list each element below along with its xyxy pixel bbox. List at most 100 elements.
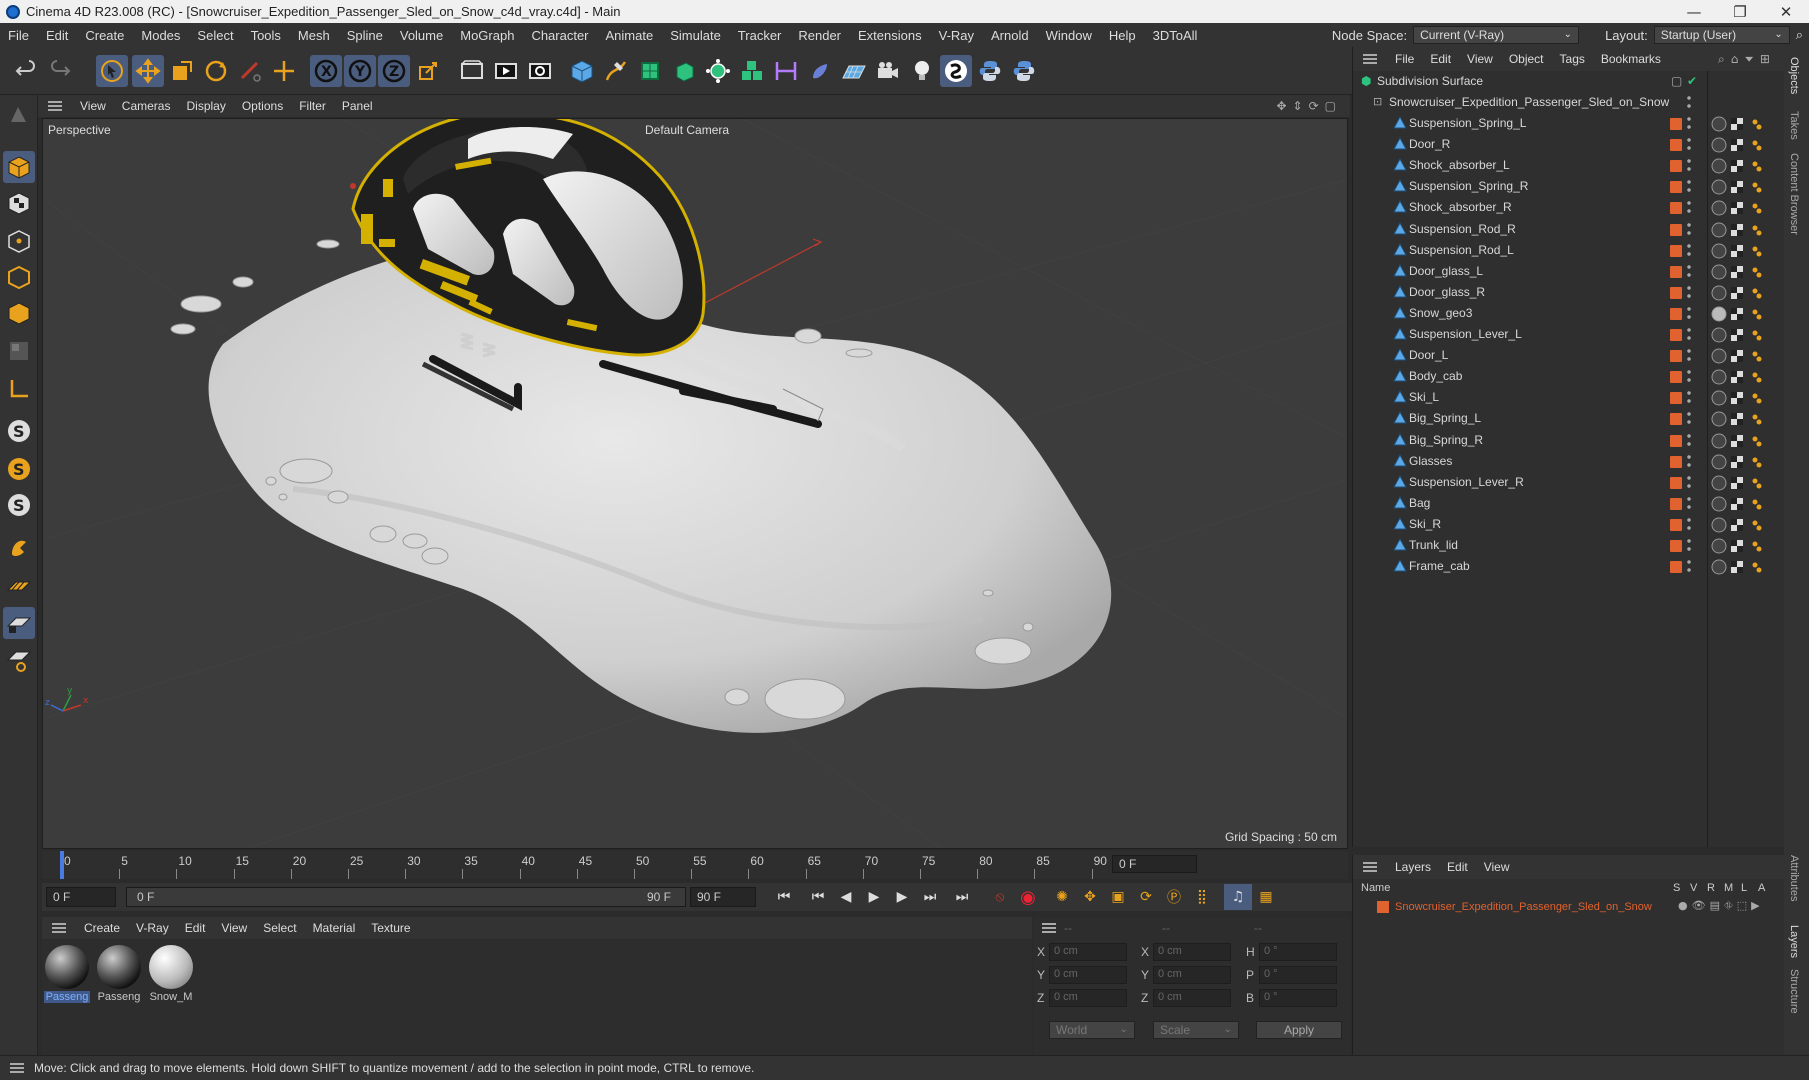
minimize-button[interactable]: — xyxy=(1671,3,1717,21)
workplane-icon[interactable] xyxy=(3,571,35,603)
maximize-button[interactable]: ❐ xyxy=(1717,3,1763,21)
snap-settings-icon[interactable]: S xyxy=(3,453,35,485)
object-row[interactable]: Big_Spring_L xyxy=(1353,408,1785,429)
object-menu-view[interactable]: View xyxy=(1459,52,1501,66)
key-parameter-icon[interactable]: Ⓟ xyxy=(1160,884,1188,910)
prev-frame-icon[interactable]: ◀ xyxy=(832,884,860,910)
enabled-check-icon[interactable]: ✔ xyxy=(1687,74,1697,88)
menu-animate[interactable]: Animate xyxy=(598,28,663,43)
layer-color-icon[interactable] xyxy=(1670,160,1682,173)
visibility-dots[interactable] xyxy=(1687,431,1691,448)
object-row[interactable]: Shock_absorber_L xyxy=(1353,155,1785,176)
material-menu-edit[interactable]: Edit xyxy=(177,921,214,935)
coord-space-dropdown[interactable]: World xyxy=(1049,1021,1135,1039)
material-menu-material[interactable]: Material xyxy=(305,921,364,935)
recent-tool-icon[interactable] xyxy=(234,55,266,87)
material-menu-view[interactable]: View xyxy=(213,921,255,935)
film-icon[interactable]: ▦ xyxy=(1252,884,1280,910)
viewport-menu-cameras[interactable]: Cameras xyxy=(114,99,179,113)
layer-menu-view[interactable]: View xyxy=(1476,860,1518,874)
python-script-icon[interactable] xyxy=(1008,55,1040,87)
menu-volume[interactable]: Volume xyxy=(392,28,452,43)
viewport-menu-options[interactable]: Options xyxy=(234,99,291,113)
layer-color-icon[interactable] xyxy=(1670,202,1682,215)
layer-color-icon[interactable] xyxy=(1670,497,1682,510)
end-frame-field[interactable]: 90 F xyxy=(690,887,756,907)
undo-icon[interactable] xyxy=(10,55,42,87)
node-space-dropdown[interactable]: Current (V-Ray) xyxy=(1413,26,1580,44)
visibility-dots[interactable] xyxy=(1687,452,1691,469)
menu-3dtoall[interactable]: 3DToAll xyxy=(1145,28,1207,43)
menu-simulate[interactable]: Simulate xyxy=(662,28,730,43)
edit-check-icon[interactable]: ▢ xyxy=(1671,74,1682,88)
visibility-dots[interactable] xyxy=(1687,368,1691,385)
layer-color-icon[interactable] xyxy=(1670,392,1682,405)
coord-size-y-field[interactable]: 0 cm xyxy=(1153,966,1231,984)
layer-color-icon[interactable] xyxy=(1670,118,1682,130)
polygon-mode-icon[interactable] xyxy=(3,297,35,329)
status-menu-icon[interactable] xyxy=(10,1063,24,1073)
viewport-menu-icon[interactable] xyxy=(48,101,62,111)
viewport-menu-filter[interactable]: Filter xyxy=(291,99,334,113)
coord-size-z-field[interactable]: 0 cm xyxy=(1153,989,1231,1007)
material-menu-icon[interactable] xyxy=(52,923,66,933)
layer-color-icon[interactable] xyxy=(1670,265,1682,278)
layer-color-icon[interactable] xyxy=(1670,329,1682,341)
key-pla-icon[interactable]: ⣿ xyxy=(1188,884,1216,910)
object-row[interactable]: Door_glass_L xyxy=(1353,261,1785,282)
tag-icons[interactable] xyxy=(1711,179,1781,195)
tab-structure[interactable]: Structure xyxy=(1788,969,1800,1014)
play-icon[interactable]: ▶ xyxy=(860,884,888,910)
coordinate-system-icon[interactable] xyxy=(412,55,444,87)
apply-button[interactable]: Apply xyxy=(1256,1021,1342,1039)
coord-pos-z-field[interactable]: 0 cm xyxy=(1049,989,1127,1007)
material-menu-texture[interactable]: Texture xyxy=(363,921,418,935)
key-rotation-icon[interactable]: ⟳ xyxy=(1132,884,1160,910)
subdivision-surface-icon[interactable] xyxy=(634,55,666,87)
mograph-cubes-icon[interactable] xyxy=(736,55,768,87)
menu-tracker[interactable]: Tracker xyxy=(730,28,791,43)
3d-viewport[interactable]: y x z Perspective Default Camera Grid Sp… xyxy=(42,118,1348,849)
snap-icon[interactable]: S xyxy=(3,415,35,447)
viewport-camera-label[interactable]: Default Camera xyxy=(645,123,729,137)
object-row[interactable]: Door_L xyxy=(1353,345,1785,366)
tab-objects[interactable]: Objects xyxy=(1788,57,1800,94)
goto-start-icon[interactable]: ⏮ xyxy=(770,884,798,910)
tag-icons[interactable] xyxy=(1711,306,1781,322)
tag-icons[interactable] xyxy=(1711,496,1781,512)
light-icon[interactable] xyxy=(906,55,938,87)
tag-icons[interactable] xyxy=(1711,433,1781,449)
tag-icons[interactable] xyxy=(1711,243,1781,259)
menu-help[interactable]: Help xyxy=(1101,28,1145,43)
object-row[interactable]: Snow_geo3 xyxy=(1353,303,1785,324)
object-row[interactable]: Suspension_Spring_R xyxy=(1353,176,1785,197)
timeline-ruler[interactable]: 0 5 10 15 20 25 30 35 40 45 50 55 60 65 70 75 80 85 90 0 F xyxy=(42,851,1348,879)
axis-mode-icon[interactable] xyxy=(3,373,35,405)
material-menu-select[interactable]: Select xyxy=(255,921,304,935)
render-settings-icon[interactable] xyxy=(524,55,556,87)
render-region-icon[interactable] xyxy=(456,55,488,87)
tag-icons[interactable] xyxy=(1711,285,1781,301)
menu-file[interactable]: File xyxy=(0,28,38,43)
viewport-navigation-icons[interactable]: ✥⇕⟳▢ xyxy=(1276,99,1342,113)
tag-icons[interactable] xyxy=(1711,454,1781,470)
make-editable-icon[interactable] xyxy=(3,99,35,131)
layer-color-icon[interactable] xyxy=(1670,286,1682,299)
tag-icons[interactable] xyxy=(1711,475,1781,491)
move-tool-icon[interactable] xyxy=(132,55,164,87)
tag-icons[interactable] xyxy=(1711,158,1781,174)
tab-layers[interactable]: Layers xyxy=(1788,925,1800,958)
search-icon[interactable]: ⌕ xyxy=(1796,28,1803,43)
material-menu-create[interactable]: Create xyxy=(76,921,128,935)
visibility-dots[interactable] xyxy=(1687,262,1691,279)
extrude-icon[interactable] xyxy=(668,55,700,87)
object-row[interactable]: Bag xyxy=(1353,493,1785,514)
menu-modes[interactable]: Modes xyxy=(133,28,189,43)
object-menu-file[interactable]: File xyxy=(1387,52,1422,66)
tag-icons[interactable] xyxy=(1711,348,1781,364)
menu-mograph[interactable]: MoGraph xyxy=(452,28,523,43)
camera-icon[interactable] xyxy=(872,55,904,87)
key-scale-icon[interactable]: ▣ xyxy=(1104,884,1132,910)
layer-color-icon[interactable] xyxy=(1670,518,1682,531)
menu-window[interactable]: Window xyxy=(1038,28,1101,43)
